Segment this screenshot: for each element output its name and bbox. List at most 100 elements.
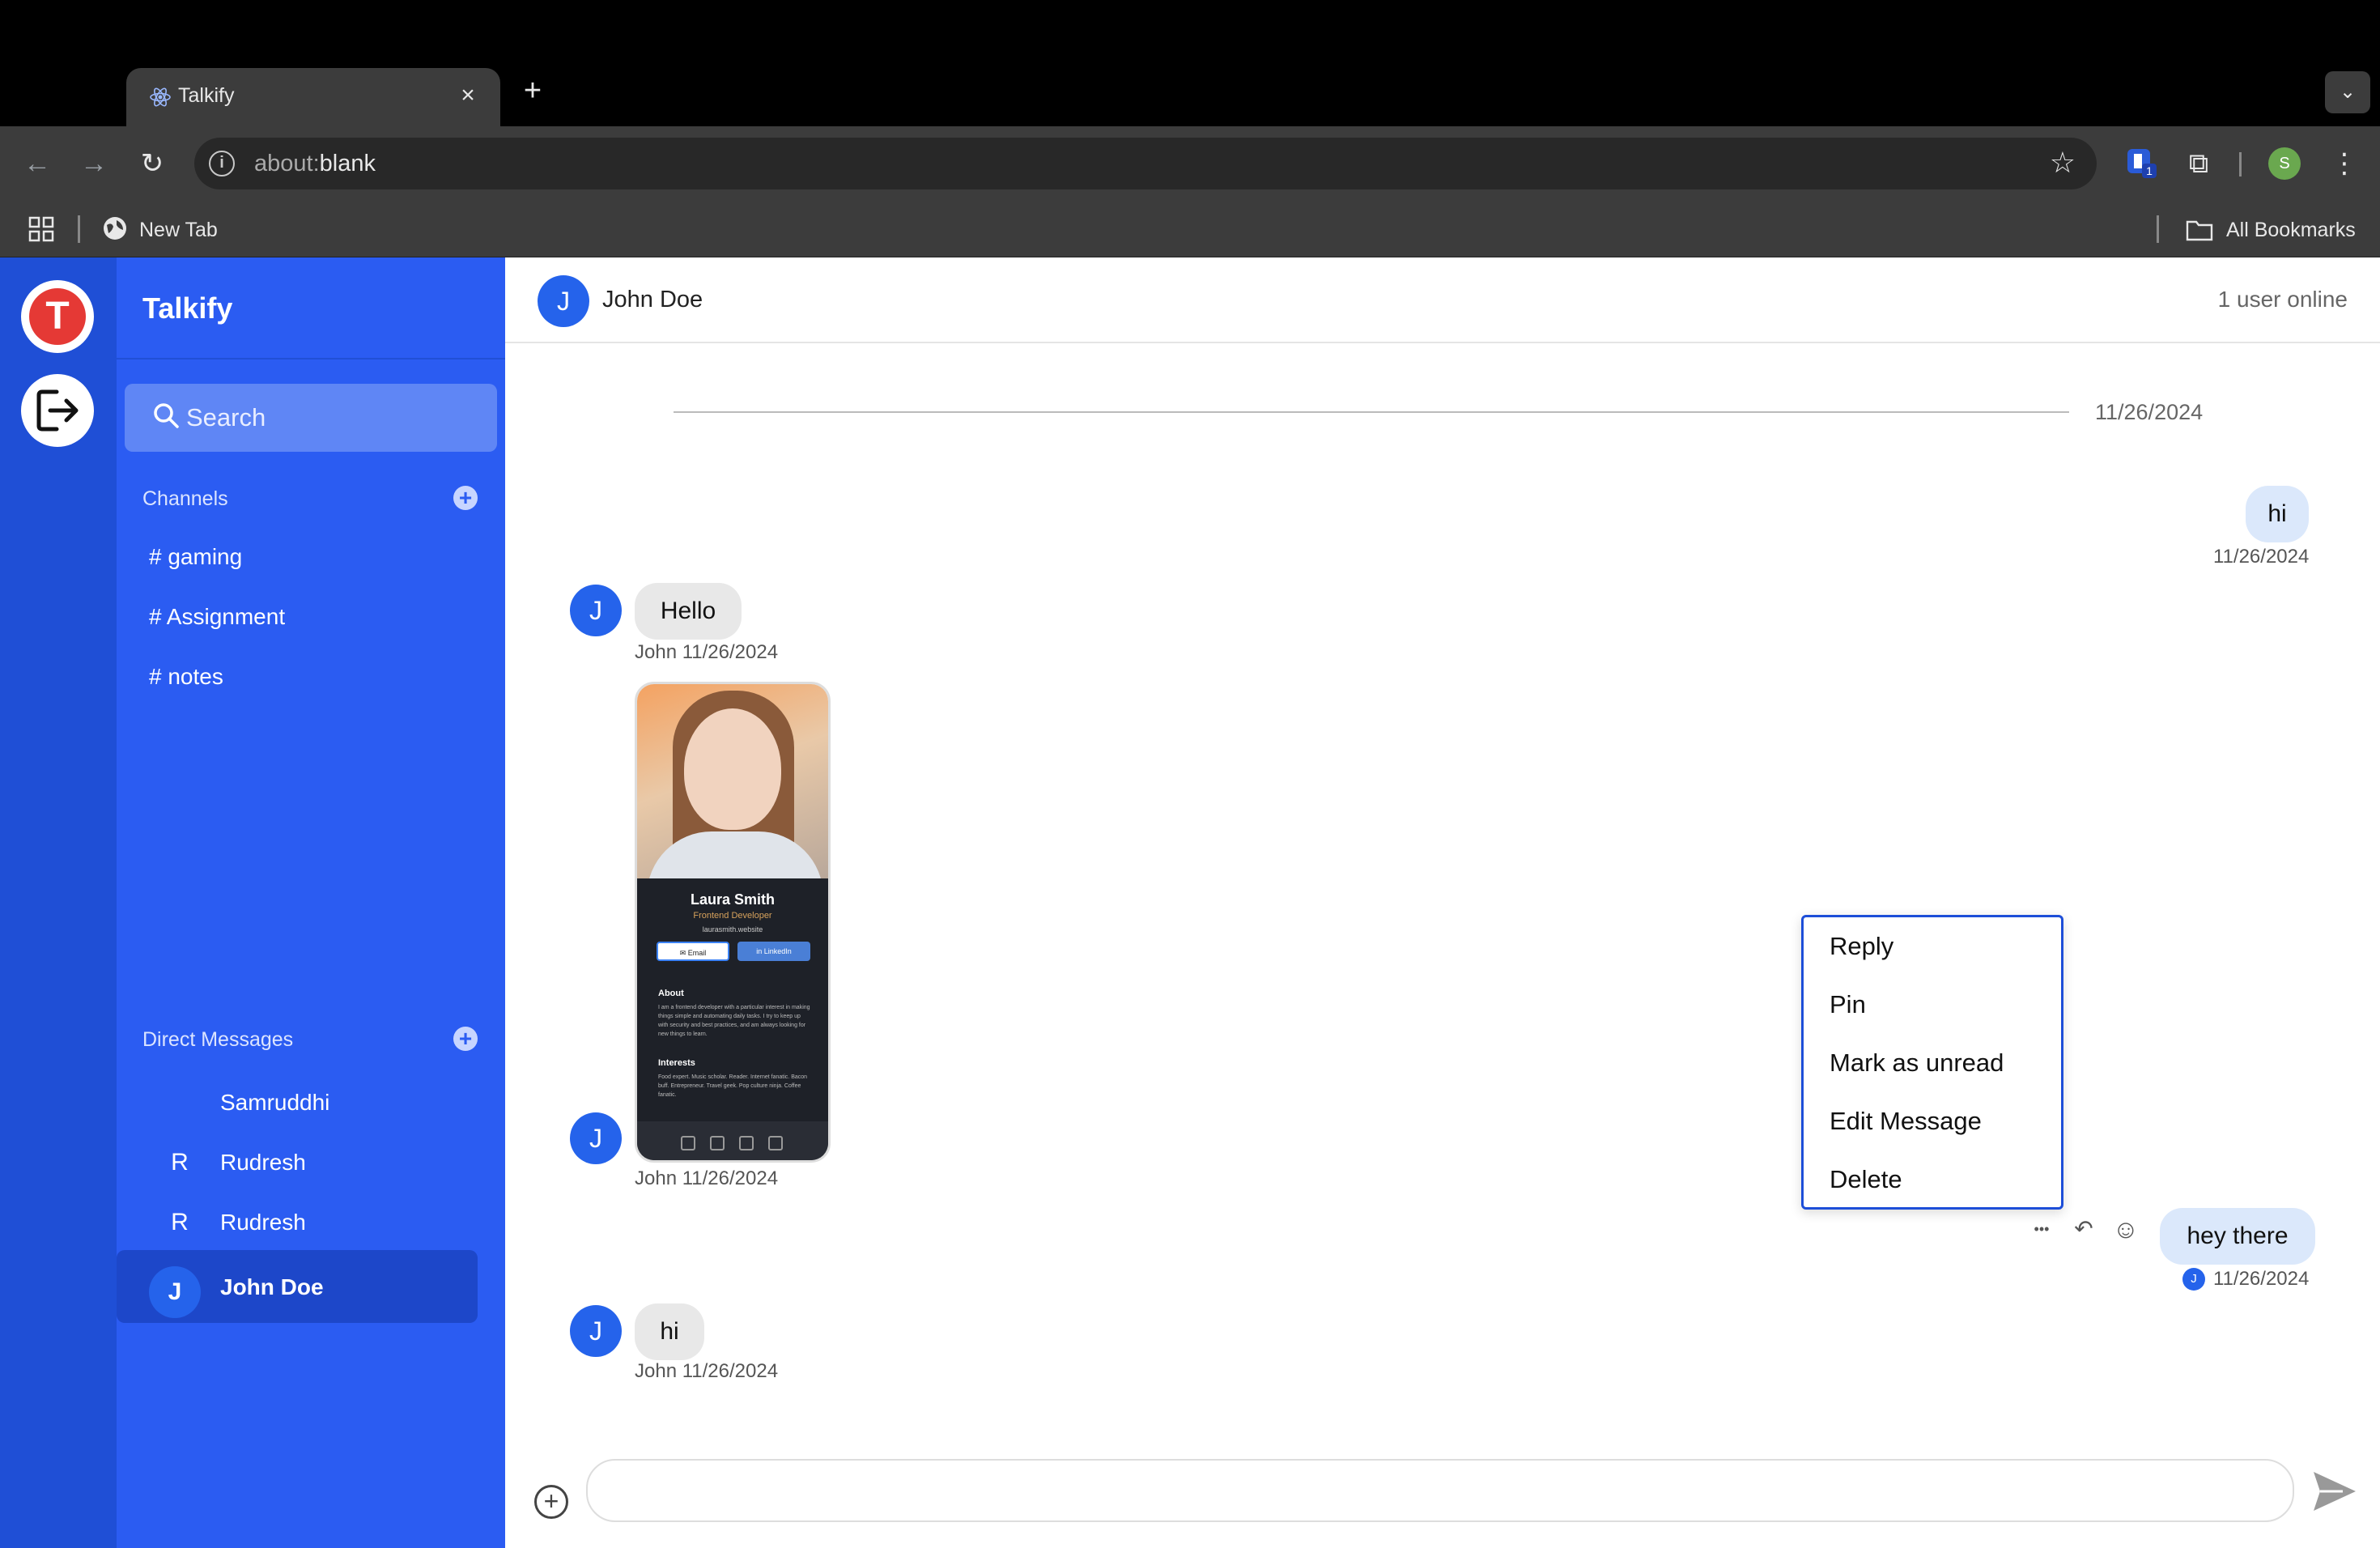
online-status: 1 user online <box>2217 287 2348 312</box>
globe-icon <box>104 217 126 240</box>
channel-item-gaming[interactable]: # gaming <box>149 544 242 570</box>
message-meta: 11/26/2024 <box>2213 1268 2310 1290</box>
avatar[interactable]: J <box>570 1112 622 1164</box>
app-logo[interactable]: T <box>21 280 94 353</box>
dm-item-rudresh[interactable]: R Rudresh <box>117 1135 505 1192</box>
direct-messages-title: Direct Messages <box>142 1028 294 1051</box>
logout-button[interactable] <box>21 374 94 447</box>
talkify-app: T Talkify Search Channels + # gaming # A… <box>0 257 2380 1548</box>
message-bubble-incoming[interactable]: hi <box>635 1303 704 1360</box>
bookmark-star-icon[interactable]: ☆ <box>2050 146 2076 180</box>
logo-letter: T <box>29 288 86 345</box>
logout-icon <box>36 389 79 432</box>
menu-item-mark-unread[interactable]: Mark as unread <box>1830 1048 2004 1078</box>
dm-name: John Doe <box>220 1274 324 1299</box>
tab-search-chevron-icon[interactable]: ⌄ <box>2325 71 2370 113</box>
message-bubble-outgoing[interactable]: hey there <box>2160 1208 2315 1265</box>
browser-tabstrip: Talkify × + ⌄ <box>0 0 2380 126</box>
search-input[interactable]: Search <box>125 384 497 452</box>
message-meta: 11/26/2024 <box>2213 546 2310 568</box>
message-meta: John 11/26/2024 <box>635 1167 779 1189</box>
photo-shape <box>684 708 781 830</box>
channels-title: Channels <box>142 487 228 510</box>
menu-item-delete[interactable]: Delete <box>1830 1165 1902 1194</box>
message-meta: John 11/26/2024 <box>635 1360 779 1382</box>
reload-icon[interactable]: ↻ <box>133 144 172 183</box>
app-title: Talkify <box>142 291 233 325</box>
send-icon[interactable] <box>2310 1469 2359 1514</box>
profile-about-text: I am a frontend developer with a particu… <box>658 1005 810 1037</box>
profile-avatar[interactable]: S <box>2268 147 2301 180</box>
address-bar[interactable]: i about:blank ☆ <box>194 138 2097 189</box>
extensions-puzzle-icon[interactable]: ⧉ <box>2179 144 2218 183</box>
channel-item-assignment[interactable]: # Assignment <box>149 604 285 630</box>
profile-card-body: Laura Smith Frontend Developer laurasmit… <box>637 878 828 1160</box>
sidebar: Talkify Search Channels + # gaming # Ass… <box>117 257 505 1548</box>
menu-item-pin[interactable]: Pin <box>1830 990 1866 1019</box>
profile-linkedin-button: in LinkedIn <box>737 942 810 961</box>
profile-name: Laura Smith <box>690 891 776 908</box>
message-composer: + <box>505 1456 2380 1548</box>
chat-header: J John Doe 1 user online <box>505 257 2380 343</box>
tab-close-icon[interactable]: × <box>452 79 484 112</box>
url-text[interactable]: about:blank <box>254 151 376 177</box>
chat-main: J John Doe 1 user online 11/26/2024 hi 1… <box>505 257 2380 1548</box>
forward-arrow-icon[interactable]: → <box>74 144 113 183</box>
message-bubble-incoming[interactable]: Hello <box>635 583 742 640</box>
chat-title: John Doe <box>602 287 703 313</box>
dm-item-samruddhi[interactable]: Samruddhi <box>117 1075 505 1132</box>
profile-interests-text: Food expert. Music scholar. Reader. Inte… <box>658 1074 808 1098</box>
profile-site: laurasmith.website <box>702 925 763 933</box>
search-icon <box>154 403 179 428</box>
toolbar-divider <box>2239 152 2242 176</box>
channel-item-notes[interactable]: # notes <box>149 664 223 690</box>
message-image-attachment[interactable]: Laura Smith Frontend Developer laurasmit… <box>635 682 831 1163</box>
message-meta: John 11/26/2024 <box>635 641 779 663</box>
bookmark-label: New Tab <box>139 219 218 241</box>
tab-title: Talkify <box>178 84 235 107</box>
browser-tab[interactable]: Talkify × <box>126 68 500 126</box>
date-divider-line <box>674 411 2069 413</box>
dm-avatar: J <box>149 1266 201 1318</box>
add-dm-icon[interactable]: + <box>453 1027 478 1051</box>
dm-name: Rudresh <box>220 1150 306 1175</box>
dm-name: Rudresh <box>220 1210 306 1235</box>
search-placeholder: Search <box>186 403 266 432</box>
browser-menu-icon[interactable]: ⋮ <box>2328 144 2361 183</box>
svg-text:1: 1 <box>2146 164 2153 177</box>
dm-item-john-doe[interactable]: J John Doe <box>117 1250 478 1323</box>
avatar[interactable]: J <box>570 1305 622 1357</box>
dm-item-rudresh[interactable]: R Rudresh <box>117 1195 505 1252</box>
profile-about-title: About <box>658 989 684 998</box>
profile-email-button: ✉ Email <box>657 942 729 961</box>
all-bookmarks-button[interactable]: All Bookmarks <box>2186 214 2380 245</box>
attach-plus-icon[interactable]: + <box>534 1485 568 1519</box>
bookmarks-divider <box>2157 215 2159 243</box>
dm-avatar <box>164 1087 196 1119</box>
instagram-icon <box>739 1136 754 1150</box>
new-tab-button[interactable]: + <box>516 74 549 107</box>
facebook-icon <box>710 1136 725 1150</box>
more-options-icon[interactable]: ••• <box>2025 1213 2058 1245</box>
reply-icon[interactable]: ↶ <box>2068 1213 2100 1245</box>
avatar[interactable]: J <box>538 275 589 327</box>
message-context-menu: Reply Pin Mark as unread Edit Message De… <box>1801 915 2063 1210</box>
bookmarks-divider <box>78 215 80 243</box>
all-bookmarks-label: All Bookmarks <box>2226 219 2356 241</box>
add-channel-icon[interactable]: + <box>453 486 478 510</box>
back-arrow-icon[interactable]: ← <box>18 144 57 183</box>
read-receipt-avatar: J <box>2182 1268 2205 1291</box>
emoji-icon[interactable]: ☺ <box>2110 1213 2142 1245</box>
twitter-icon <box>681 1136 695 1150</box>
menu-item-reply[interactable]: Reply <box>1830 932 1893 961</box>
apps-grid-icon[interactable] <box>28 215 55 243</box>
dm-avatar: R <box>171 1209 189 1235</box>
message-input[interactable] <box>586 1459 2294 1522</box>
avatar[interactable]: J <box>570 585 622 636</box>
extension-badge-icon[interactable]: 1 <box>2124 146 2160 181</box>
profile-photo <box>637 684 828 896</box>
menu-item-edit-message[interactable]: Edit Message <box>1830 1107 1982 1136</box>
profile-footer <box>637 1121 828 1160</box>
message-bubble-outgoing[interactable]: hi <box>2246 486 2309 542</box>
site-info-icon[interactable]: i <box>209 151 235 176</box>
